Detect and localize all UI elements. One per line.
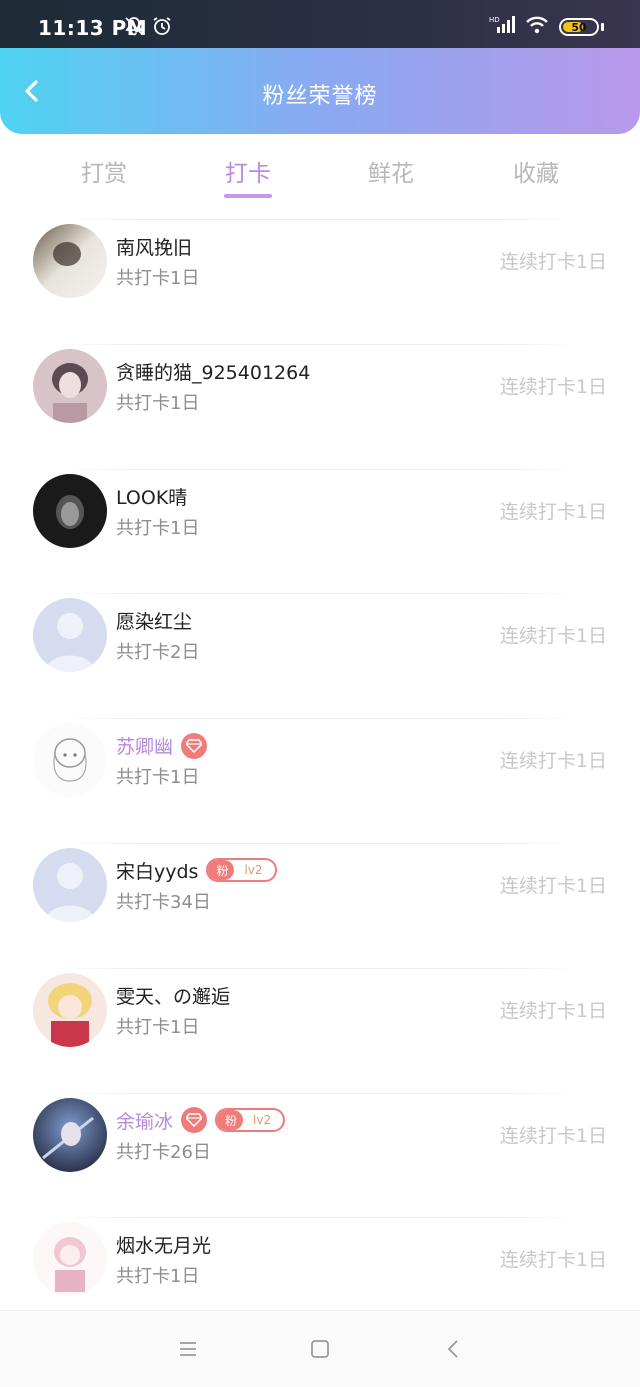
divider bbox=[60, 967, 580, 969]
list-item[interactable]: LOOK晴 共打卡1日 连续打卡1日 bbox=[0, 468, 640, 594]
streak-checkins: 连续打卡1日 bbox=[499, 750, 607, 773]
menu-icon bbox=[180, 1342, 196, 1356]
avatar[interactable] bbox=[33, 224, 107, 298]
avatar[interactable] bbox=[33, 723, 107, 798]
fan-list: 南风挽旧 共打卡1日 连续打卡1日 贪睡的猫_925401264 共打卡1日 连… bbox=[0, 219, 640, 1342]
wifi-icon bbox=[525, 15, 549, 39]
list-item[interactable]: 愿染红尘 共打卡2日 连续打卡1日 bbox=[0, 593, 640, 718]
bell-off-icon bbox=[124, 16, 144, 40]
user-name: 愿染红尘 bbox=[116, 611, 193, 634]
system-back-button[interactable] bbox=[442, 1337, 466, 1361]
streak-checkins: 连续打卡1日 bbox=[499, 500, 607, 523]
signal-icon: HD bbox=[489, 15, 515, 39]
home-button[interactable] bbox=[308, 1337, 332, 1361]
list-item[interactable]: 南风挽旧 共打卡1日 连续打卡1日 bbox=[0, 219, 640, 344]
user-name: 南风挽旧 bbox=[116, 237, 193, 259]
divider bbox=[60, 1092, 580, 1094]
avatar[interactable] bbox=[33, 348, 107, 423]
avatar[interactable] bbox=[33, 972, 107, 1047]
tab-bar: 打赏 打卡 鲜花 收藏 bbox=[0, 134, 640, 212]
status-bar: 11:13 PM HD 50 bbox=[0, 0, 640, 48]
battery-tip bbox=[601, 23, 604, 31]
alarm-icon bbox=[152, 16, 172, 40]
divider bbox=[60, 343, 580, 345]
avatar[interactable] bbox=[33, 847, 107, 922]
name-line: 烟水无月光 bbox=[116, 1231, 211, 1258]
total-checkins: 共打卡1日 bbox=[116, 1266, 200, 1288]
name-line: 南风挽旧 bbox=[116, 233, 192, 260]
total-checkins: 共打卡1日 bbox=[116, 268, 200, 289]
back-triangle-icon bbox=[447, 1340, 458, 1358]
list-item[interactable]: 雯天、の邂逅 共打卡1日 连续打卡1日 bbox=[0, 967, 640, 1093]
fan-level-badge: 粉 lv2 bbox=[206, 858, 277, 883]
tab-flowers[interactable]: 鲜花 bbox=[341, 154, 441, 188]
name-line: 愿染红尘 bbox=[116, 607, 192, 634]
status-icons-left bbox=[124, 16, 172, 40]
total-checkins: 共打卡1日 bbox=[116, 1016, 200, 1038]
diamond-icon bbox=[181, 1107, 208, 1134]
avatar[interactable] bbox=[33, 1097, 107, 1172]
user-name: 烟水无月光 bbox=[116, 1235, 212, 1258]
battery-level: 50 bbox=[571, 20, 587, 34]
name-line: LOOK晴 bbox=[116, 483, 187, 510]
list-item[interactable]: 贪睡的猫_925401264 共打卡1日 连续打卡1日 bbox=[0, 343, 640, 469]
list-item[interactable]: 余瑜冰 粉 lv2 共打卡26日 连续打卡1日 bbox=[0, 1092, 640, 1218]
page-title: 粉丝荣誉榜 bbox=[262, 84, 378, 109]
name-line: 贪睡的猫_925401264 bbox=[116, 358, 310, 385]
total-checkins: 共打卡26日 bbox=[116, 1141, 211, 1163]
diamond-icon bbox=[181, 732, 208, 759]
status-icons-right: HD 50 bbox=[489, 15, 604, 39]
default-avatar-icon bbox=[33, 598, 107, 673]
streak-checkins: 连续打卡1日 bbox=[499, 874, 607, 897]
name-line: 苏卿幽 bbox=[116, 732, 208, 759]
battery-icon: 50 bbox=[559, 18, 599, 36]
avatar[interactable] bbox=[33, 473, 107, 548]
total-checkins: 共打卡34日 bbox=[116, 891, 211, 913]
system-nav-bar bbox=[0, 1310, 640, 1387]
streak-checkins: 连续打卡1日 bbox=[499, 1249, 607, 1272]
divider bbox=[60, 219, 580, 220]
tab-tips[interactable]: 打赏 bbox=[54, 154, 154, 188]
header-bar: 粉丝荣誉榜 bbox=[0, 48, 640, 134]
name-line: 雯天、の邂逅 bbox=[116, 982, 230, 1009]
tab-favorites[interactable]: 收藏 bbox=[486, 154, 586, 188]
divider bbox=[60, 718, 580, 720]
name-line: 余瑜冰 粉 lv2 bbox=[116, 1107, 286, 1134]
divider bbox=[60, 593, 580, 595]
menu-button[interactable] bbox=[176, 1337, 200, 1361]
tab-active-indicator bbox=[224, 194, 272, 198]
user-name: 宋白yyds bbox=[116, 860, 199, 883]
fan-level-badge: 粉 lv2 bbox=[215, 1108, 286, 1133]
divider bbox=[60, 468, 580, 470]
user-name: LOOK晴 bbox=[116, 486, 188, 509]
user-name: 贪睡的猫_925401264 bbox=[116, 361, 311, 384]
avatar[interactable] bbox=[33, 598, 107, 673]
fan-badge-level: lv2 bbox=[253, 1113, 272, 1128]
list-item[interactable]: 苏卿幽 共打卡1日 连续打卡1日 bbox=[0, 718, 640, 843]
tab-checkin[interactable]: 打卡 bbox=[198, 154, 298, 188]
avatar[interactable] bbox=[33, 1222, 107, 1297]
streak-checkins: 连续打卡1日 bbox=[499, 625, 607, 648]
divider bbox=[60, 1217, 580, 1219]
user-name: 苏卿幽 bbox=[116, 736, 174, 759]
total-checkins: 共打卡2日 bbox=[116, 642, 200, 664]
home-square-icon bbox=[311, 1340, 329, 1358]
total-checkins: 共打卡1日 bbox=[116, 392, 200, 414]
total-checkins: 共打卡1日 bbox=[116, 517, 200, 539]
default-avatar-icon bbox=[33, 847, 107, 922]
user-name: 雯天、の邂逅 bbox=[116, 985, 231, 1008]
streak-checkins: 连续打卡1日 bbox=[499, 251, 607, 273]
divider bbox=[60, 842, 580, 844]
name-line: 宋白yyds 粉 lv2 bbox=[116, 857, 277, 884]
fan-badge-level: lv2 bbox=[244, 863, 263, 878]
streak-checkins: 连续打卡1日 bbox=[499, 375, 607, 398]
svg-text:HD: HD bbox=[489, 16, 500, 24]
fan-badge-label: 粉 bbox=[217, 1110, 244, 1131]
user-name: 余瑜冰 bbox=[116, 1110, 174, 1133]
total-checkins: 共打卡1日 bbox=[116, 767, 200, 789]
streak-checkins: 连续打卡1日 bbox=[499, 1124, 607, 1147]
fan-badge-label: 粉 bbox=[208, 860, 235, 881]
list-item[interactable]: 宋白yyds 粉 lv2 共打卡34日 连续打卡1日 bbox=[0, 842, 640, 968]
streak-checkins: 连续打卡1日 bbox=[499, 999, 607, 1022]
